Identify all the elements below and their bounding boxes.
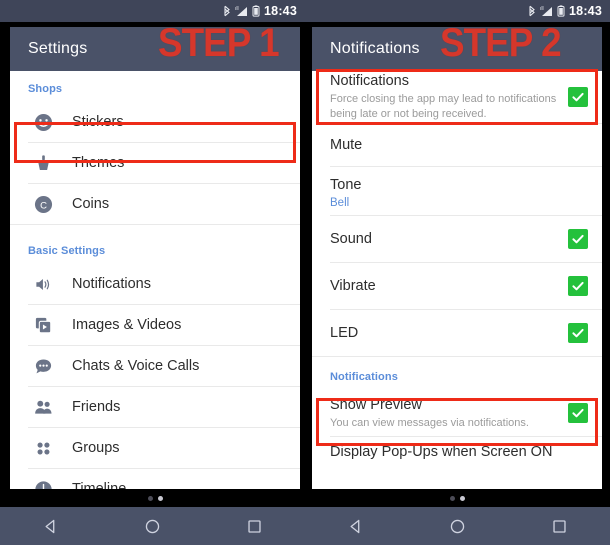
- home-button[interactable]: [434, 507, 480, 545]
- page-indicator-left: [10, 489, 300, 507]
- bluetooth-icon: [223, 5, 231, 17]
- signal-icon: ıll: [540, 5, 553, 17]
- sidebar-item-label: Coins: [72, 196, 110, 212]
- setting-title: Notifications: [330, 73, 409, 90]
- sidebar-item-stickers[interactable]: Stickers: [10, 102, 300, 142]
- back-button[interactable]: [28, 507, 74, 545]
- setting-subtitle: Force closing the app may lead to notifi…: [330, 93, 557, 121]
- status-bar-left: ıll 18:43: [0, 0, 305, 22]
- setting-subtitle: You can view messages via notifications.: [330, 416, 529, 429]
- sidebar-item-label: Notifications: [72, 276, 151, 292]
- grid-dots-icon: [28, 433, 58, 463]
- sidebar-item-themes[interactable]: Themes: [10, 143, 300, 183]
- coin-icon: C: [28, 189, 58, 219]
- home-button[interactable]: [129, 507, 175, 545]
- sidebar-item-label: Stickers: [72, 114, 124, 130]
- nav-bar-right: [305, 507, 610, 545]
- svg-text:ıll: ıll: [540, 6, 544, 12]
- screenshot-root: ıll 18:43 ıll 18:43 Settings STEP 1 Shop…: [0, 0, 610, 545]
- svg-text:C: C: [40, 200, 47, 211]
- sidebar-item-label: Themes: [72, 155, 125, 171]
- recents-button[interactable]: [536, 507, 582, 545]
- paintbrush-icon: [28, 148, 58, 178]
- setting-row-mute[interactable]: Mute: [312, 124, 602, 166]
- section-header-basic-settings: Basic Settings: [28, 245, 106, 257]
- notifications-appbar: Notifications STEP 2: [312, 27, 602, 71]
- sidebar-item-label: Groups: [72, 440, 120, 456]
- setting-subtitle: Bell: [330, 197, 350, 210]
- section-header-shops: Shops: [28, 83, 63, 95]
- page-dot: [449, 495, 455, 501]
- page-dot-active: [157, 495, 163, 501]
- page-title: Notifications: [330, 40, 420, 57]
- bluetooth-icon: [528, 5, 536, 17]
- setting-row-vibrate[interactable]: Vibrate: [312, 263, 602, 309]
- setting-row-notifications[interactable]: Notifications Force closing the app may …: [312, 71, 602, 123]
- setting-title: Vibrate: [330, 277, 376, 294]
- checkbox-led[interactable]: [568, 323, 588, 343]
- status-time-left: 18:43: [264, 4, 297, 18]
- sidebar-item-chats-voice-calls[interactable]: Chats & Voice Calls: [10, 346, 300, 386]
- sidebar-item-notifications[interactable]: Notifications: [10, 264, 300, 304]
- notifications-pane: Notifications STEP 2 Notifications Force…: [312, 27, 602, 489]
- status-bar-right: ıll 18:43: [305, 0, 610, 22]
- setting-row-sound[interactable]: Sound: [312, 216, 602, 262]
- step-1-badge: STEP 1: [158, 27, 280, 65]
- page-indicator-right: [312, 489, 602, 507]
- sidebar-item-label: Friends: [72, 399, 121, 415]
- back-button[interactable]: [333, 507, 379, 545]
- settings-pane: Settings STEP 1 Shops Stickers Themes C …: [10, 27, 300, 489]
- setting-title: Mute: [330, 136, 363, 153]
- setting-title: LED: [330, 324, 359, 341]
- checkbox-sound[interactable]: [568, 229, 588, 249]
- setting-title: Sound: [330, 230, 372, 247]
- speaker-icon: [28, 269, 58, 299]
- sidebar-item-label: Timeline: [72, 481, 127, 489]
- status-time-right: 18:43: [569, 4, 602, 18]
- battery-icon: [557, 5, 565, 17]
- setting-row-led[interactable]: LED: [312, 310, 602, 356]
- svg-text:ıll: ıll: [235, 6, 239, 12]
- clock-icon: [28, 474, 58, 489]
- setting-title: Show Preview: [330, 396, 422, 413]
- setting-title: Display Pop-Ups when Screen ON: [330, 443, 553, 460]
- sidebar-item-label: Chats & Voice Calls: [72, 358, 200, 374]
- sidebar-item-groups[interactable]: Groups: [10, 428, 300, 468]
- step-2-badge: STEP 2: [440, 27, 562, 65]
- page-dot: [147, 495, 153, 501]
- checkbox-show-preview[interactable]: [568, 403, 588, 423]
- recents-button[interactable]: [231, 507, 277, 545]
- sidebar-item-friends[interactable]: Friends: [10, 387, 300, 427]
- settings-appbar: Settings STEP 1: [10, 27, 300, 71]
- setting-title: Tone: [330, 177, 362, 193]
- sidebar-item-label: Images & Videos: [72, 317, 182, 333]
- notifications-scroll-area[interactable]: Notifications Force closing the app may …: [312, 69, 602, 489]
- setting-row-tone[interactable]: Tone Bell: [312, 167, 602, 215]
- sidebar-item-images-videos[interactable]: Images & Videos: [10, 305, 300, 345]
- page-dot-active: [459, 495, 465, 501]
- media-icon: [28, 310, 58, 340]
- setting-row-show-preview[interactable]: Show Preview You can view messages via n…: [312, 390, 602, 436]
- checkbox-vibrate[interactable]: [568, 276, 588, 296]
- page-title: Settings: [28, 40, 88, 57]
- section-header-notifications: Notifications: [330, 371, 398, 383]
- sidebar-item-timeline[interactable]: Timeline: [10, 469, 300, 489]
- sidebar-item-coins[interactable]: C Coins: [10, 184, 300, 224]
- signal-icon: ıll: [235, 5, 248, 17]
- chat-bubble-icon: [28, 351, 58, 381]
- checkbox-notifications[interactable]: [568, 87, 588, 107]
- battery-icon: [252, 5, 260, 17]
- settings-scroll-area[interactable]: Shops Stickers Themes C Coins Basic Sett…: [10, 71, 300, 489]
- people-icon: [28, 392, 58, 422]
- smiley-icon: [28, 107, 58, 137]
- nav-bar-left: [0, 507, 305, 545]
- setting-row-display-popups[interactable]: Display Pop-Ups when Screen ON: [312, 437, 602, 467]
